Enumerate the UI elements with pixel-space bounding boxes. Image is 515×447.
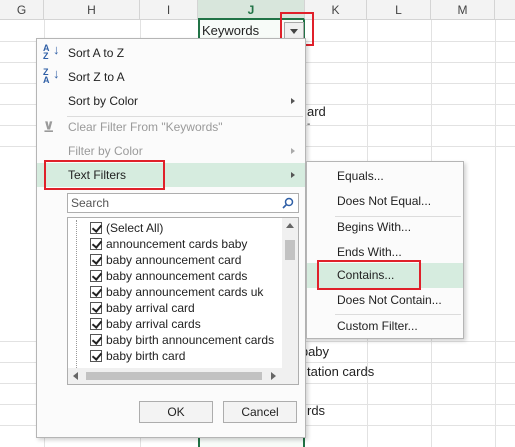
cell-fragment[interactable]: rds bbox=[307, 403, 325, 418]
list-item-label: baby arrival card bbox=[106, 301, 195, 315]
search-input[interactable]: Search bbox=[67, 193, 299, 213]
equals-label: Equals... bbox=[337, 169, 384, 183]
list-horizontal-scrollbar[interactable] bbox=[68, 368, 298, 384]
equals-item[interactable]: Equals... bbox=[307, 164, 463, 189]
list-item-label: baby announcement cards uk bbox=[106, 285, 264, 299]
submenu-arrow-icon bbox=[291, 148, 295, 154]
search-icon bbox=[282, 197, 294, 209]
sort-descending-icon: Z A ↓ bbox=[43, 66, 60, 85]
list-item-label: (Select All) bbox=[106, 221, 164, 235]
filter-values-list[interactable]: (Select All) announcement cards baby bab… bbox=[67, 217, 299, 385]
cell-fragment: ‑ bbox=[307, 119, 311, 130]
column-header-g[interactable]: G bbox=[0, 0, 44, 20]
keywords-header-cell[interactable]: Keywords bbox=[202, 23, 259, 38]
cell-fragment[interactable]: ard bbox=[307, 104, 326, 119]
sort-ascending-icon: A Z ↓ bbox=[43, 42, 60, 61]
column-header-i[interactable]: I bbox=[140, 0, 198, 20]
list-item-label: baby announcement cards bbox=[106, 269, 248, 283]
checkbox-icon[interactable] bbox=[90, 222, 102, 234]
checkbox-icon[interactable] bbox=[90, 302, 102, 314]
cancel-button[interactable]: Cancel bbox=[223, 401, 297, 423]
scroll-thumb[interactable] bbox=[285, 240, 295, 260]
search-placeholder: Search bbox=[71, 196, 110, 210]
checkbox-icon[interactable] bbox=[90, 350, 102, 362]
checkbox-icon[interactable] bbox=[90, 238, 102, 250]
does-not-contain-label: Does Not Contain... bbox=[337, 293, 442, 307]
does-not-equal-label: Does Not Equal... bbox=[337, 194, 432, 208]
column-header-bar: G H I J K L M bbox=[0, 0, 515, 20]
column-header-l[interactable]: L bbox=[367, 0, 431, 20]
clear-filter: ⊻ Clear Filter From "Keywords" bbox=[37, 115, 305, 139]
submenu-arrow-icon bbox=[291, 98, 295, 104]
does-not-contain-item[interactable]: Does Not Contain... bbox=[307, 288, 463, 313]
highlight-box-contains bbox=[317, 260, 421, 290]
list-vertical-scrollbar[interactable] bbox=[282, 218, 298, 368]
begins-with-item[interactable]: Begins With... bbox=[307, 215, 463, 240]
checkbox-icon[interactable] bbox=[90, 286, 102, 298]
scroll-left-icon[interactable] bbox=[73, 372, 78, 380]
submenu-arrow-icon bbox=[291, 172, 295, 178]
list-item-label: baby birth card bbox=[106, 349, 186, 363]
cell-fragment[interactable]: tation cards bbox=[307, 364, 374, 379]
column-header-h[interactable]: H bbox=[44, 0, 140, 20]
clear-filter-icon: ⊻ bbox=[43, 119, 55, 135]
clear-filter-label: Clear Filter From "Keywords" bbox=[68, 120, 223, 134]
list-item-label: baby birth announcement cards bbox=[106, 333, 275, 347]
sort-z-to-a-label: Sort Z to A bbox=[68, 70, 125, 84]
custom-filter-item[interactable]: Custom Filter... bbox=[307, 314, 463, 339]
begins-with-label: Begins With... bbox=[337, 220, 412, 234]
checkbox-icon[interactable] bbox=[90, 334, 102, 346]
checkbox-icon[interactable] bbox=[90, 270, 102, 282]
column-header-m[interactable]: M bbox=[431, 0, 495, 20]
list-item-label: baby arrival cards bbox=[106, 317, 201, 331]
sort-a-to-z-label: Sort A to Z bbox=[68, 46, 125, 60]
does-not-equal-item[interactable]: Does Not Equal... bbox=[307, 189, 463, 214]
column-header-k[interactable]: K bbox=[305, 0, 367, 20]
autofilter-menu: A Z ↓ Sort A to Z Z A ↓ Sort Z to A Sort by … bbox=[36, 38, 306, 438]
scroll-right-icon[interactable] bbox=[271, 372, 276, 380]
scroll-thumb[interactable] bbox=[86, 372, 262, 380]
checkbox-icon[interactable] bbox=[90, 254, 102, 266]
ok-button[interactable]: OK bbox=[139, 401, 213, 423]
list-item-label: baby announcement card bbox=[106, 253, 242, 267]
sort-z-to-a[interactable]: Z A ↓ Sort Z to A bbox=[37, 65, 305, 89]
text-filters-submenu: Equals... Does Not Equal... Begins With.… bbox=[306, 161, 464, 339]
highlight-box-text-filters bbox=[44, 160, 165, 190]
sort-by-color[interactable]: Sort by Color bbox=[37, 89, 305, 113]
sort-by-color-label: Sort by Color bbox=[68, 94, 139, 108]
custom-filter-label: Custom Filter... bbox=[337, 319, 418, 333]
checkbox-icon[interactable] bbox=[90, 318, 102, 330]
scroll-up-icon[interactable] bbox=[286, 223, 294, 228]
list-item-label: announcement cards baby bbox=[106, 237, 248, 251]
tree-line bbox=[76, 220, 88, 384]
sort-a-to-z[interactable]: A Z ↓ Sort A to Z bbox=[37, 41, 305, 65]
